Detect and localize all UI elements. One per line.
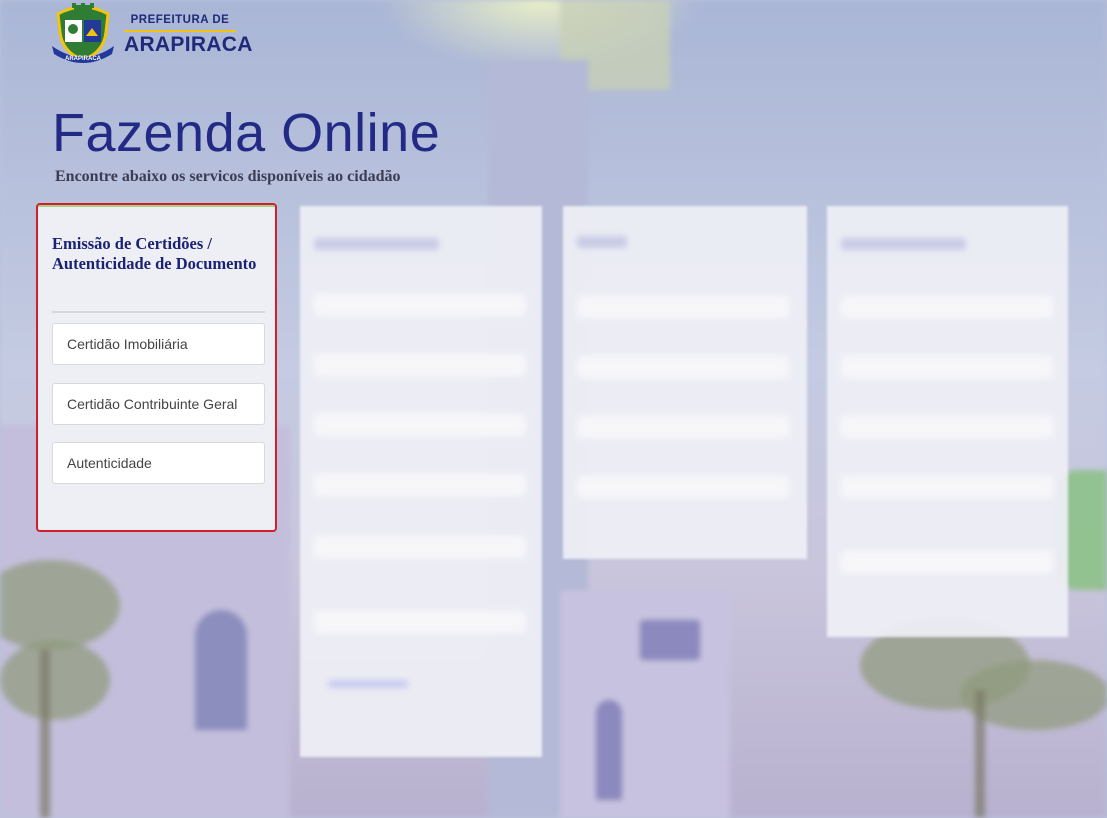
divider [52, 311, 265, 313]
autenticidade-button[interactable]: Autenticidade [52, 442, 265, 484]
blurred-service-card [300, 206, 542, 757]
service-card-certidoes: Emissão de Certidões / Autenticidade de … [36, 203, 277, 532]
blurred-service-card [563, 206, 807, 559]
service-card-title: Emissão de Certidões / Autenticidade de … [52, 234, 257, 273]
brand-city: ARAPIRACA [124, 32, 253, 56]
city-logo[interactable]: ARAPIRACA PREFEITURA DE ARAPIRACA [48, 2, 253, 68]
page-title: Fazenda Online [52, 103, 441, 163]
brand-prefix: PREFEITURA DE [124, 15, 236, 32]
brand-wordmark: PREFEITURA DE ARAPIRACA [124, 15, 253, 55]
seal-text: ARAPIRACA [65, 56, 102, 62]
certidao-contribuinte-geral-button[interactable]: Certidão Contribuinte Geral [52, 383, 265, 425]
blurred-service-card [827, 206, 1068, 637]
city-seal-icon: ARAPIRACA [52, 3, 114, 63]
page-subtitle: Encontre abaixo os servicos disponíveis … [55, 168, 401, 185]
certidao-imobiliaria-button[interactable]: Certidão Imobiliária [52, 323, 265, 365]
